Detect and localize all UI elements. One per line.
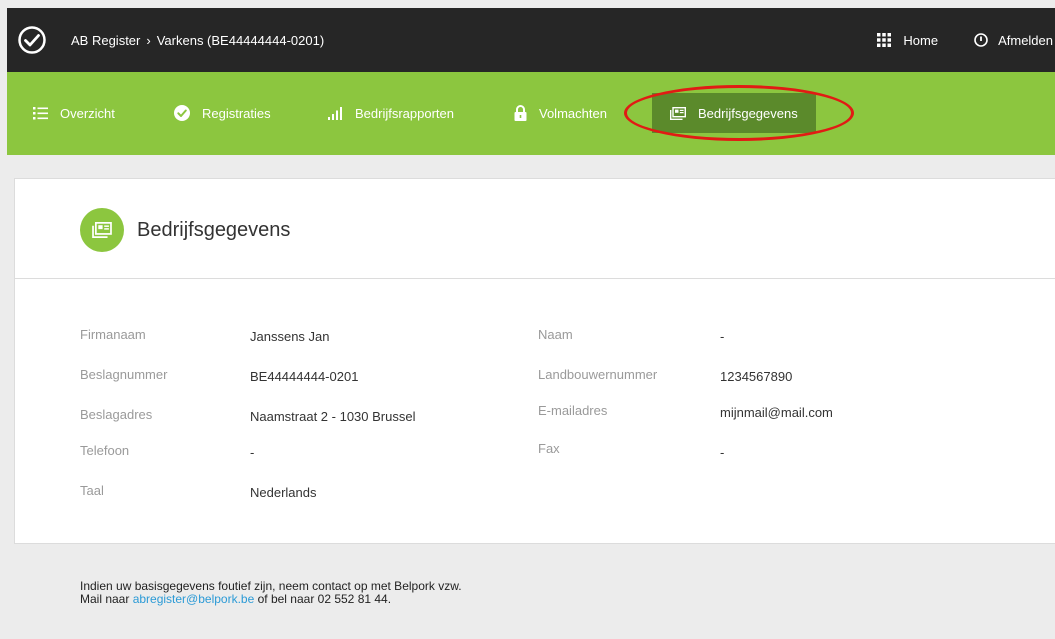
contact-note-suffix: of bel naar 02 552 81 44.: [254, 592, 392, 606]
logout-label: Afmelden: [998, 32, 1053, 48]
label-naam: Naam: [538, 327, 573, 342]
card-header: Bedrijfsgegevens: [15, 179, 1055, 279]
value-landbouwernummer: 1234567890: [720, 369, 793, 384]
label-fax: Fax: [538, 441, 560, 456]
tab-bedrijfsrapporten[interactable]: Bedrijfsrapporten: [327, 93, 454, 133]
logout-link[interactable]: Afmelden: [974, 33, 1053, 48]
value-firmanaam: Janssens Jan: [250, 329, 330, 344]
contact-note-line2: Mail naar abregister@belpork.be of bel n…: [80, 593, 462, 606]
top-header: AB Register › Varkens (BE44444444-0201) …: [7, 8, 1055, 72]
breadcrumb: AB Register › Varkens (BE44444444-0201): [71, 33, 324, 48]
value-emailadres: mijnmail@mail.com: [720, 405, 833, 420]
company-details-card: Bedrijfsgegevens Firmanaam Janssens Jan …: [14, 178, 1055, 544]
tab-overzicht[interactable]: Overzicht: [33, 93, 115, 133]
grid-icon: [877, 33, 892, 47]
power-icon: [974, 33, 988, 47]
value-naam: -: [720, 329, 725, 344]
breadcrumb-app[interactable]: AB Register: [71, 33, 140, 48]
label-telefoon: Telefoon: [80, 443, 130, 458]
contact-email-link[interactable]: abregister@belpork.be: [133, 592, 255, 606]
tab-label: Overzicht: [60, 105, 115, 121]
tab-volmachten[interactable]: Volmachten: [514, 93, 607, 133]
breadcrumb-current: Varkens (BE44444444-0201): [156, 32, 325, 48]
list-icon: [33, 106, 48, 119]
tab-label: Bedrijfsrapporten: [355, 105, 454, 121]
value-beslagadres: Naamstraat 2 - 1030 Brussel: [250, 409, 416, 424]
breadcrumb-separator: ›: [146, 32, 151, 48]
value-fax: -: [720, 445, 725, 460]
tab-label: Registraties: [202, 105, 271, 121]
value-telefoon: -: [250, 445, 255, 460]
label-landbouwernummer: Landbouwernummer: [538, 367, 658, 382]
label-beslagnummer: Beslagnummer: [80, 367, 168, 382]
tab-registraties[interactable]: Registraties: [174, 93, 271, 133]
check-circle-icon: [174, 105, 190, 121]
lock-icon: [514, 105, 527, 121]
page-title: Bedrijfsgegevens: [137, 219, 291, 241]
label-firmanaam: Firmanaam: [80, 327, 146, 342]
tab-label: Bedrijfsgegevens: [698, 105, 798, 121]
bar-chart-icon: [328, 106, 342, 120]
value-beslagnummer: BE44444444-0201: [250, 369, 359, 384]
label-beslagadres: Beslagadres: [80, 407, 153, 422]
tab-label: Volmachten: [539, 105, 607, 121]
home-label: Home: [903, 32, 939, 48]
tab-bedrijfsgegevens[interactable]: Bedrijfsgegevens: [652, 93, 816, 133]
contact-note: Indien uw basisgegevens foutief zijn, ne…: [80, 580, 462, 606]
label-taal: Taal: [80, 483, 104, 498]
contact-note-prefix: Mail naar: [80, 592, 133, 606]
label-emailadres: E-mailadres: [538, 403, 608, 418]
home-link[interactable]: Home: [877, 33, 938, 48]
main-nav: Overzicht Registraties Bedrijfsrapporten…: [7, 72, 1055, 155]
value-taal: Nederlands: [250, 485, 317, 500]
check-circle-logo-icon[interactable]: [17, 25, 47, 55]
id-card-icon: [670, 106, 686, 120]
id-card-badge-icon: [80, 208, 124, 252]
